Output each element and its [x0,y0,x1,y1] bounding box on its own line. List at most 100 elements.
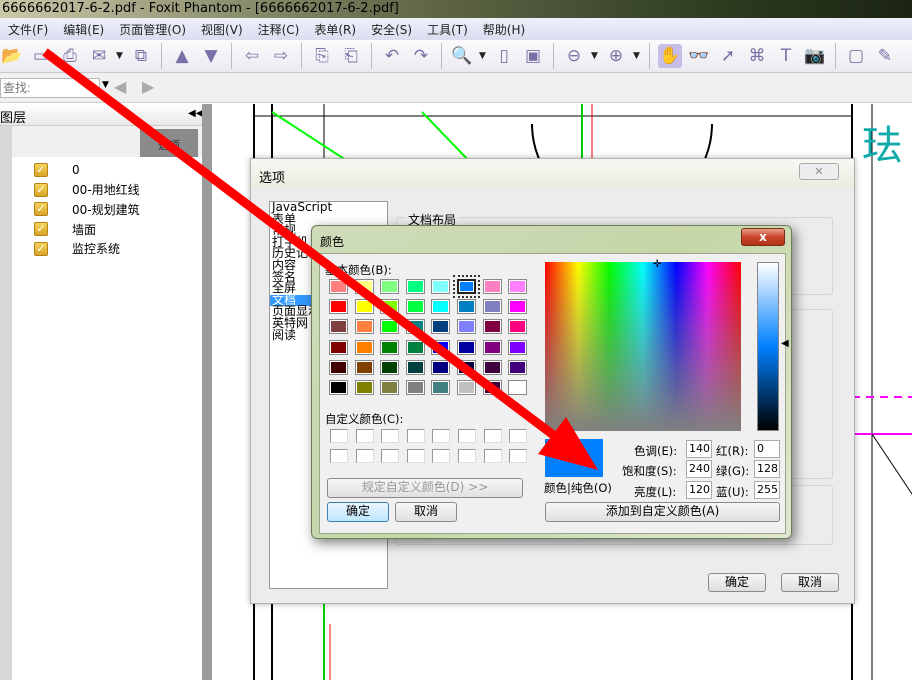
custom-color-swatch[interactable] [483,429,502,443]
menu-item[interactable]: 表单(R) [306,18,363,40]
basic-color-swatch[interactable] [354,299,374,315]
dropdown-arrow-icon[interactable]: ▼ [116,51,124,61]
define-custom-colors-button[interactable]: 规定自定义颜色(D) >> [327,478,523,498]
basic-color-swatch[interactable] [431,279,451,294]
basic-color-swatch[interactable] [431,339,451,355]
custom-color-swatch[interactable] [355,429,374,443]
basic-color-swatch[interactable] [482,339,502,355]
luminance-slider[interactable] [757,262,779,431]
red-input[interactable]: 0 [754,440,780,458]
custom-color-swatch[interactable] [330,449,348,463]
basic-color-swatch[interactable] [354,319,374,335]
basic-color-swatch[interactable] [508,380,528,395]
basic-color-swatch[interactable] [380,319,400,335]
dropdown-arrow-icon[interactable]: ▼ [591,51,599,61]
basic-color-swatch[interactable] [431,359,451,375]
insert-page-icon[interactable]: ⎗ [339,44,363,68]
menu-item[interactable]: 视图(V) [193,18,250,40]
typewriter-icon[interactable]: ✎ [873,44,897,68]
email-icon[interactable]: ✉ [87,44,111,68]
redo-icon[interactable]: ↷ [409,44,433,68]
basic-color-swatch[interactable] [482,279,502,294]
color-close-button[interactable]: x [741,228,785,246]
scan-icon[interactable]: ⧉ [129,44,153,68]
hue-input[interactable]: 140 [686,440,712,458]
panel-scrollbar[interactable] [202,104,212,680]
layer-visible-checkbox[interactable]: ✓ [34,182,48,197]
basic-color-swatch[interactable] [380,339,400,355]
basic-color-swatch[interactable] [457,319,476,335]
basic-color-swatch[interactable] [405,299,425,315]
menu-item[interactable]: 工具(T) [419,18,475,40]
color-ok-button[interactable]: 确定 [327,502,389,522]
basic-color-swatch[interactable] [453,275,480,298]
save-icon[interactable]: ▭ [29,44,53,68]
find-prev-icon[interactable]: ◀ [114,77,126,96]
layers-options-button[interactable]: 选项 ▾ [140,129,198,166]
text-select-icon[interactable]: T [774,44,798,68]
basic-color-swatch[interactable] [457,299,476,315]
basic-color-swatch[interactable] [508,359,528,375]
basic-color-swatch[interactable] [508,299,528,315]
layer-visible-checkbox[interactable]: ✓ [34,163,48,177]
menu-item[interactable]: 编辑(E) [55,18,111,40]
basic-color-swatch[interactable] [405,359,425,375]
custom-color-swatch[interactable] [381,429,400,443]
hand-icon[interactable]: ✋ [658,44,682,68]
basic-color-swatch[interactable] [405,279,425,294]
saturation-input[interactable]: 240 [686,460,712,478]
layer-item[interactable]: ✓ 00-用地红线 [34,181,140,199]
layer-item[interactable]: ✓ 0 [34,161,80,179]
basic-color-swatch[interactable] [329,279,348,294]
layer-item[interactable]: ✓ 00-规划建筑 [34,200,140,218]
custom-color-swatch[interactable] [330,429,348,443]
forward-icon[interactable]: ⇨ [269,44,293,68]
basic-color-swatch[interactable] [508,319,528,335]
basic-color-swatch[interactable] [431,380,451,395]
basic-color-swatch[interactable] [508,339,528,355]
reading-glasses-icon[interactable]: 👓 [687,44,711,68]
dropdown-arrow-icon[interactable]: ▼ [479,51,487,61]
layer-visible-checkbox[interactable]: ✓ [34,241,48,256]
basic-color-swatch[interactable] [354,339,374,355]
basic-color-swatch[interactable] [354,380,374,395]
find-input[interactable] [0,78,100,98]
spectrum-crosshair-icon[interactable]: ✛ [653,259,661,270]
basic-color-swatch[interactable] [329,359,348,375]
options-close-button[interactable]: ✕ [799,163,839,180]
custom-color-swatch[interactable] [509,449,528,463]
zoom-icon[interactable]: 🔍 [450,44,474,68]
basic-color-swatch[interactable] [329,339,348,355]
custom-color-swatch[interactable] [432,429,451,443]
luminance-arrow-icon[interactable]: ◀ [781,338,789,349]
custom-color-swatch[interactable] [483,449,502,463]
options-ok-button[interactable]: 确定 [708,573,766,592]
basic-color-swatch[interactable] [380,380,400,395]
basic-color-swatch[interactable] [329,380,348,395]
blue-input[interactable]: 255 [754,481,780,499]
layer-item[interactable]: ✓ 监控系统 [34,240,120,258]
basic-color-swatch[interactable] [457,339,476,355]
basic-color-swatch[interactable] [482,319,502,335]
open-icon[interactable]: 📂 [0,44,24,68]
find-next-icon[interactable]: ▶ [142,77,154,96]
menu-item[interactable]: 安全(S) [363,18,419,40]
basic-color-swatch[interactable] [457,380,476,395]
undo-icon[interactable]: ↶ [380,44,404,68]
print-icon[interactable]: ⎙ [58,44,82,68]
basic-color-swatch[interactable] [380,359,400,375]
custom-color-swatch[interactable] [458,449,476,463]
custom-color-swatch[interactable] [432,449,451,463]
back-icon[interactable]: ⇦ [240,44,264,68]
menu-item[interactable]: 帮助(H) [475,18,532,40]
basic-color-swatch[interactable] [354,359,374,375]
find-dropdown-icon[interactable]: ▼ [102,80,109,90]
next-page-icon[interactable]: ▼ [199,44,223,68]
menu-item[interactable]: 文件(F) [0,18,55,40]
layer-visible-checkbox[interactable]: ✓ [34,222,48,237]
select-icon[interactable]: ➚ [716,44,740,68]
color-spectrum[interactable] [545,262,741,431]
fit-width-icon[interactable]: ▣ [521,44,545,68]
fit-page-icon[interactable]: ▯ [492,44,516,68]
basic-color-swatch[interactable] [405,380,425,395]
